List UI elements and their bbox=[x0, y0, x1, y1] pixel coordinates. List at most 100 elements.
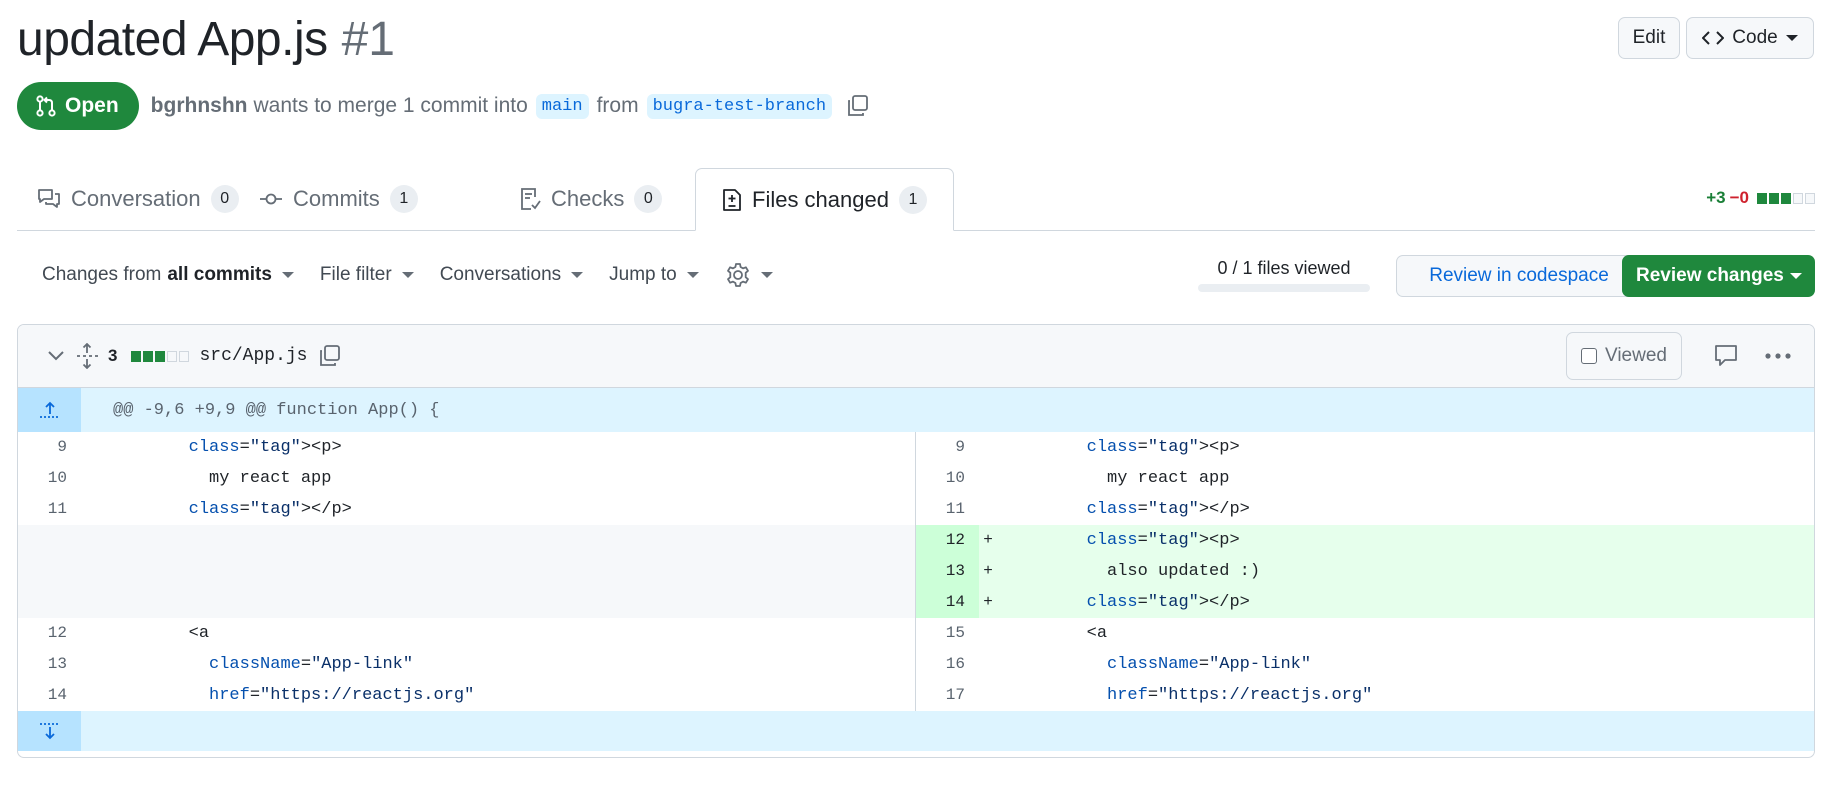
chevron-down-icon bbox=[1785, 35, 1798, 41]
line-number[interactable]: 11 bbox=[916, 494, 979, 525]
code-line: href="https://reactjs.org" bbox=[1107, 686, 1373, 705]
additions-count: +3 bbox=[1706, 188, 1726, 207]
file-filter-dropdown[interactable]: File filter bbox=[320, 264, 414, 286]
diff-left-side bbox=[18, 556, 916, 587]
kebab-horizontal-icon[interactable] bbox=[1764, 352, 1792, 360]
diff-row: 14 + class="tag"></p> bbox=[18, 587, 1814, 618]
file-diff-icon bbox=[722, 188, 742, 212]
chevron-down-icon bbox=[760, 272, 773, 278]
diff-marker: + bbox=[983, 593, 993, 611]
code-line: class="tag"></p> bbox=[188, 500, 352, 519]
diffstat-block bbox=[1769, 192, 1779, 204]
jump-to-dropdown[interactable]: Jump to bbox=[609, 264, 699, 286]
code-button[interactable]: Code bbox=[1686, 17, 1814, 59]
diffstat-block bbox=[179, 350, 190, 362]
diff-right-side: 17 href="https://reactjs.org" bbox=[916, 680, 1814, 711]
line-number[interactable] bbox=[18, 587, 81, 618]
line-number[interactable]: 17 bbox=[916, 680, 979, 711]
conversations-label: Conversations bbox=[439, 264, 562, 285]
viewed-checkbox[interactable] bbox=[1581, 348, 1597, 364]
code-line: class="tag"><p> bbox=[188, 438, 342, 457]
settings-dropdown[interactable] bbox=[725, 262, 773, 288]
author-link[interactable]: bgrhnshn bbox=[151, 94, 248, 118]
file-filter-label: File filter bbox=[319, 264, 392, 285]
line-number[interactable]: 12 bbox=[916, 525, 979, 556]
base-branch[interactable]: main bbox=[535, 93, 589, 119]
diff-left-side: 11 class="tag"></p> bbox=[18, 494, 916, 525]
line-number[interactable]: 15 bbox=[916, 618, 979, 649]
pr-tabs: Conversation 0 Commits 1 Checks 0 Files … bbox=[17, 168, 1815, 231]
chevron-down-icon bbox=[686, 272, 699, 278]
review-in-codespace-button[interactable]: Review in codespace bbox=[1396, 255, 1642, 297]
diffstat-block bbox=[1793, 192, 1803, 204]
line-number[interactable]: 9 bbox=[916, 432, 979, 463]
diff-marker bbox=[979, 432, 997, 463]
file-path[interactable]: src/App.js bbox=[199, 346, 307, 366]
diff-left-side: 14 href="https://reactjs.org" bbox=[18, 680, 916, 711]
diffstat-block bbox=[1757, 192, 1767, 204]
file-change-count: 3 bbox=[108, 346, 118, 365]
diffstat-block bbox=[167, 350, 178, 362]
diff-right-side: 13 + also updated :) bbox=[916, 556, 1814, 587]
line-number[interactable]: 14 bbox=[18, 680, 81, 711]
viewed-checkbox-button[interactable]: Viewed bbox=[1566, 332, 1682, 380]
diff-left-side: 13 className="App-link" bbox=[18, 649, 916, 680]
line-number[interactable] bbox=[18, 525, 81, 556]
diff-marker: + bbox=[983, 562, 993, 580]
files-toolbar: Changes from all commits File filter Con… bbox=[42, 262, 799, 288]
header-actions: Edit Code bbox=[1618, 17, 1814, 59]
review-changes-dropdown[interactable] bbox=[1777, 255, 1815, 297]
diff-right-side: 15 <a bbox=[916, 618, 1814, 649]
tab-commits[interactable]: Commits 1 bbox=[259, 168, 418, 230]
diff-row: 10 my react app 10 my react app bbox=[18, 463, 1814, 494]
diff-marker bbox=[81, 463, 99, 494]
fold-up-icon bbox=[39, 400, 61, 420]
diffstat: +3 −0 bbox=[1706, 188, 1815, 208]
diff-right-side: 16 className="App-link" bbox=[916, 649, 1814, 680]
edit-button[interactable]: Edit bbox=[1618, 17, 1680, 59]
line-number[interactable]: 16 bbox=[916, 649, 979, 680]
diff-row: 11 class="tag"></p> 11 class="tag"></p> bbox=[18, 494, 1814, 525]
git-pull-request-icon bbox=[35, 95, 57, 117]
review-changes-button[interactable]: Review changes bbox=[1622, 255, 1815, 297]
tab-label: Commits bbox=[293, 186, 380, 211]
line-number[interactable]: 13 bbox=[916, 556, 979, 587]
changes-from-dropdown[interactable]: Changes from all commits bbox=[42, 264, 294, 286]
line-number[interactable]: 10 bbox=[916, 463, 979, 494]
expand-up-button[interactable] bbox=[18, 388, 81, 432]
pr-meta: Open bgrhnshn wants to merge 1 commit in… bbox=[17, 82, 870, 130]
diff-table: 9 class="tag"><p> 9 class="tag"><p> 10 my … bbox=[18, 432, 1814, 711]
line-number[interactable] bbox=[18, 556, 81, 587]
tab-files-changed[interactable]: Files changed 1 bbox=[695, 168, 954, 231]
copy-icon[interactable] bbox=[846, 94, 870, 118]
expand-down-button[interactable] bbox=[18, 711, 81, 751]
comment-icon[interactable] bbox=[1714, 344, 1738, 368]
diff-row: 12 + class="tag"><p> bbox=[18, 525, 1814, 556]
diff-marker bbox=[81, 649, 99, 680]
expand-all-icon[interactable] bbox=[76, 343, 98, 369]
line-number[interactable]: 12 bbox=[18, 618, 81, 649]
diffstat-block bbox=[143, 350, 154, 362]
line-number[interactable]: 10 bbox=[18, 463, 81, 494]
tab-conversation[interactable]: Conversation 0 bbox=[37, 168, 239, 230]
tab-checks[interactable]: Checks 0 bbox=[519, 168, 663, 230]
line-number[interactable]: 11 bbox=[18, 494, 81, 525]
chevron-down-icon[interactable] bbox=[46, 349, 66, 363]
line-number[interactable]: 9 bbox=[18, 432, 81, 463]
diff-marker bbox=[81, 618, 99, 649]
head-branch[interactable]: bugra-test-branch bbox=[646, 93, 833, 119]
code-line: className="App-link" bbox=[209, 655, 414, 674]
copy-icon[interactable] bbox=[318, 344, 342, 368]
conversations-dropdown[interactable]: Conversations bbox=[439, 264, 584, 286]
file-diff: 3 src/App.js Viewed @@ -9,6 +9,9 @@ func… bbox=[17, 324, 1815, 758]
diff-row: 13 className="App-link" 16 className="App… bbox=[18, 649, 1814, 680]
hunk-header: @@ -9,6 +9,9 @@ function App() { bbox=[18, 388, 1814, 432]
code-line: class="tag"></p> bbox=[1086, 500, 1250, 519]
line-number[interactable]: 13 bbox=[18, 649, 81, 680]
code-line: class="tag"><p> bbox=[1086, 531, 1240, 550]
tab-label: Checks bbox=[551, 186, 625, 211]
line-number[interactable]: 14 bbox=[916, 587, 979, 618]
diff-marker bbox=[81, 525, 99, 556]
diffstat-block bbox=[1805, 192, 1815, 204]
tab-count: 0 bbox=[210, 185, 239, 213]
